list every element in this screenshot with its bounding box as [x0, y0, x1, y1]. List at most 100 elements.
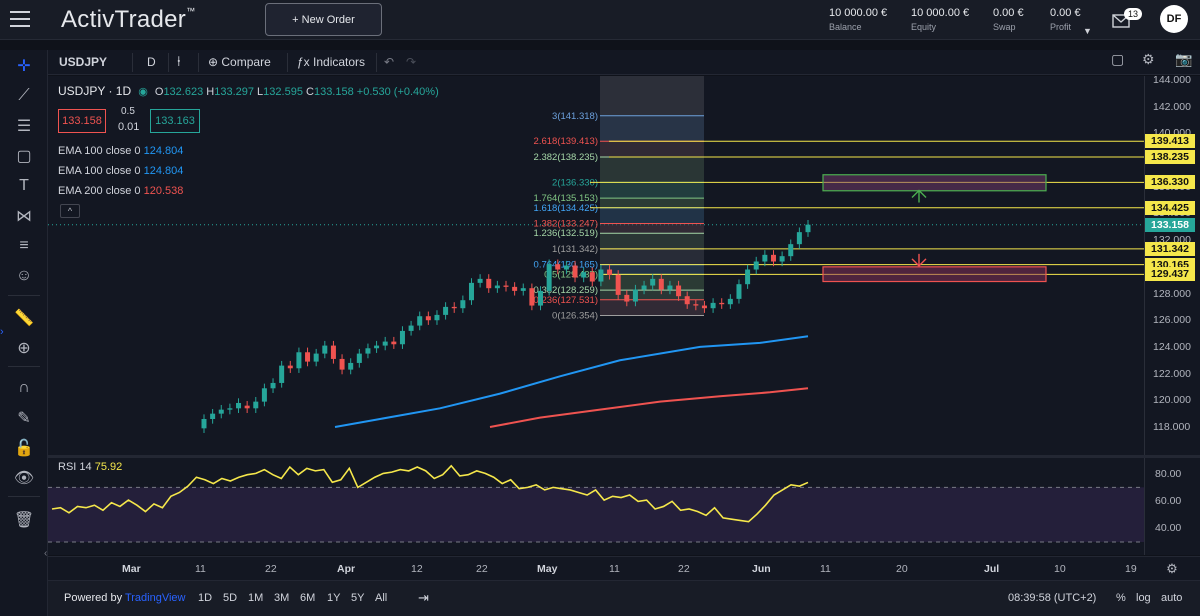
undo-icon[interactable]: ↶ — [384, 55, 394, 69]
price-label[interactable]: 139.413 — [1145, 134, 1195, 149]
axis-settings-icon[interactable]: ⚙ — [1144, 556, 1200, 580]
collapse-legend-button[interactable]: ^ — [60, 204, 80, 218]
collapse-panel-icon[interactable]: ‹ — [44, 548, 47, 559]
new-order-button[interactable]: + New Order — [265, 3, 382, 36]
pattern-icon[interactable]: ⋈ — [14, 206, 34, 226]
range-6m[interactable]: 6M — [300, 592, 315, 604]
powered-by[interactable]: Powered by TradingView — [64, 592, 186, 604]
range-1y[interactable]: 1Y — [327, 592, 340, 604]
time-tick: 20 — [896, 563, 908, 575]
toolbar-divider — [287, 53, 288, 72]
lock-icon[interactable]: 🔓 — [14, 438, 34, 458]
range-5d[interactable]: 5D — [223, 592, 237, 604]
candle-body — [520, 288, 526, 291]
goto-date-icon[interactable]: ⇥ — [418, 590, 429, 606]
emoji-icon[interactable]: ☺ — [14, 266, 34, 286]
magnet-icon[interactable]: ∩ — [14, 378, 34, 398]
balance-stat: 10 000.00 € Balance — [829, 7, 887, 32]
rsi-legend[interactable]: RSI 14 75.92 — [58, 461, 122, 473]
ema-100-legend[interactable]: EMA 100 close 0 124.804 — [58, 145, 183, 157]
price-label[interactable]: 136.330 — [1145, 175, 1195, 190]
clock-time[interactable]: 08:39:58 (UTC+2) — [1008, 592, 1096, 604]
open-value: 132.623 — [163, 86, 204, 98]
profit-dropdown-icon[interactable]: ▼ — [1083, 26, 1092, 36]
time-tick: Jul — [984, 563, 1000, 575]
price-tick: 122.000 — [1153, 367, 1191, 380]
toolbar-divider — [132, 53, 133, 72]
buy-price-button[interactable]: 133.163 — [150, 109, 200, 133]
sell-price-button[interactable]: 133.158 — [58, 109, 106, 133]
compare-button[interactable]: ⊕ Compare — [208, 55, 271, 69]
percent-toggle[interactable]: % — [1116, 592, 1126, 604]
fib-level-label: 0(126.354) — [552, 311, 598, 322]
ruler-icon[interactable]: 📏 — [14, 308, 34, 328]
range-5y[interactable]: 5Y — [351, 592, 364, 604]
range-1d[interactable]: 1D — [198, 592, 212, 604]
fullscreen-icon[interactable]: ▢ — [1111, 51, 1124, 68]
lock-drawing-icon[interactable]: ✎ — [14, 408, 34, 428]
avatar[interactable]: DF — [1160, 5, 1188, 33]
log-toggle[interactable]: log — [1136, 592, 1151, 604]
range-3m[interactable]: 3M — [274, 592, 289, 604]
rsi-tick: 60.00 — [1155, 495, 1182, 507]
settings-icon[interactable]: ⚙ — [1142, 51, 1155, 68]
eye-icon[interactable]: 👁 — [14, 468, 34, 488]
candle-body — [546, 264, 552, 291]
rsi-value: 75.92 — [94, 461, 123, 473]
candle-body — [581, 272, 587, 278]
fib-icon[interactable]: ≡ — [14, 236, 34, 256]
close-label: C — [306, 86, 314, 98]
range-all[interactable]: All — [375, 592, 387, 604]
up-arrow-icon — [911, 189, 927, 203]
candle-body — [788, 244, 794, 257]
notification-badge: 13 — [1124, 8, 1143, 20]
price-label[interactable]: 129.437 — [1145, 267, 1195, 282]
toolbar-divider — [168, 53, 169, 72]
candle-body — [512, 286, 518, 291]
trash-icon[interactable]: 🗑 — [14, 510, 34, 530]
auto-toggle[interactable]: auto — [1161, 592, 1182, 604]
zoom-in-icon[interactable]: ⊕ — [14, 338, 34, 358]
time-tick: 12 — [411, 563, 423, 575]
rectangle-icon[interactable]: ▢ — [14, 146, 34, 166]
ema-label: EMA 100 close 0 — [58, 165, 141, 177]
candle-body — [417, 316, 423, 326]
expand-panel-icon[interactable]: › — [0, 326, 4, 338]
change-value: +0.530 (+0.40%) — [356, 86, 439, 98]
profit-label: Profit — [1050, 22, 1072, 32]
fib-band — [600, 264, 704, 275]
candle-body — [736, 284, 742, 299]
profit-stat[interactable]: 0.00 € Profit — [1050, 7, 1081, 32]
price-label[interactable]: 138.235 — [1145, 149, 1195, 164]
main-chart[interactable]: 3(141.318)2.618(139.413)2.382(138.235)2(… — [48, 76, 1144, 456]
app-logo[interactable]: ActivTrader™ — [61, 6, 195, 34]
range-1m[interactable]: 1M — [248, 592, 263, 604]
time-tick: 22 — [678, 563, 690, 575]
spread-bottom: 0.01 — [118, 121, 140, 133]
rsi-label: RSI 14 — [58, 461, 92, 473]
camera-icon[interactable]: 📷 — [1175, 51, 1192, 68]
crosshair-icon[interactable]: ✛ — [14, 56, 34, 76]
menu-icon[interactable] — [10, 11, 30, 27]
candle-type-icon[interactable]: ⍿ — [177, 53, 181, 70]
text-icon[interactable]: T — [14, 176, 34, 196]
candle-body — [615, 274, 621, 295]
candle-body — [538, 290, 544, 306]
symbol-search[interactable]: USDJPY — [59, 55, 107, 69]
ema-200-legend[interactable]: EMA 200 close 0 120.538 — [58, 185, 183, 197]
price-label[interactable]: 131.342 — [1145, 241, 1195, 256]
ema-100-legend[interactable]: EMA 100 close 0 124.804 — [58, 165, 183, 177]
fib-level-label: 1.236(132.519) — [534, 228, 598, 239]
candle-body — [253, 401, 259, 409]
rsi-chart[interactable] — [48, 458, 1144, 555]
candle-body — [710, 302, 716, 309]
swap-label: Swap — [993, 22, 1016, 32]
redo-icon[interactable]: ↷ — [406, 55, 416, 69]
horizontal-lines-icon[interactable]: ☰ — [14, 116, 34, 136]
interval-button[interactable]: D — [147, 55, 156, 69]
time-axis[interactable]: Mar 11 22 Apr 12 22 May 11 22 Jun 11 20 Jul 10 19 — [48, 556, 1144, 580]
price-label[interactable]: 134.425 — [1145, 200, 1195, 215]
trendline-icon[interactable]: ⟋ — [14, 86, 34, 106]
indicators-button[interactable]: ƒx Indicators — [297, 55, 365, 69]
price-label[interactable]: 133.158 — [1145, 217, 1195, 232]
